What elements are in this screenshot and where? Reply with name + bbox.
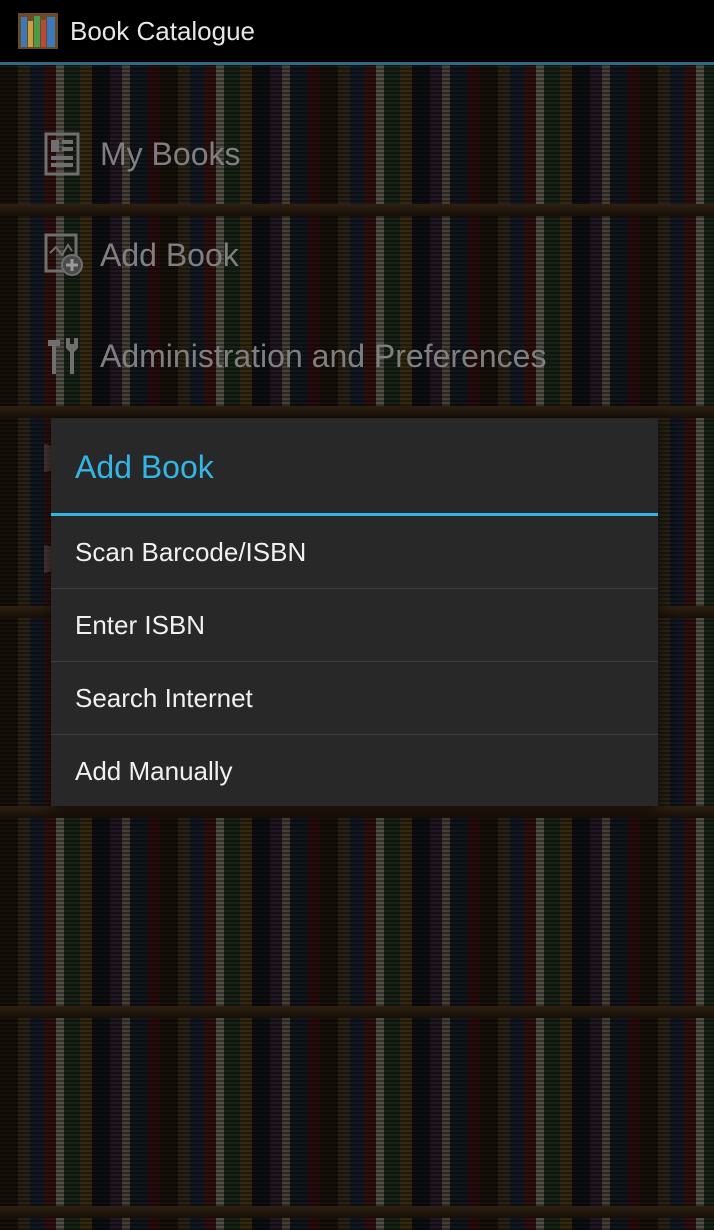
menu-item-add-book[interactable]: Add Book bbox=[44, 233, 239, 277]
action-bar: Book Catalogue bbox=[0, 0, 714, 62]
menu-item-label: My Books bbox=[100, 135, 241, 172]
books-list-icon bbox=[44, 132, 84, 176]
bookshelf-icon bbox=[18, 11, 58, 51]
menu-item-my-books[interactable]: My Books bbox=[44, 132, 240, 176]
menu-item-label: Add Book bbox=[100, 236, 239, 273]
action-bar-divider bbox=[0, 62, 714, 65]
option-scan-barcode[interactable]: Scan Barcode/ISBN bbox=[51, 516, 658, 589]
option-enter-isbn[interactable]: Enter ISBN bbox=[51, 589, 658, 662]
app-title: Book Catalogue bbox=[70, 15, 256, 46]
menu-item-label: Administration and Preferences bbox=[100, 337, 547, 374]
tools-icon bbox=[44, 334, 84, 378]
menu-item-administration[interactable]: Administration and Preferences bbox=[44, 334, 546, 378]
add-book-dialog: Add Book Scan Barcode/ISBN Enter ISBN Se… bbox=[51, 418, 658, 806]
option-search-internet[interactable]: Search Internet bbox=[51, 662, 658, 735]
add-book-icon bbox=[44, 233, 84, 277]
option-add-manually[interactable]: Add Manually bbox=[51, 735, 658, 807]
dialog-title: Add Book bbox=[75, 449, 214, 485]
